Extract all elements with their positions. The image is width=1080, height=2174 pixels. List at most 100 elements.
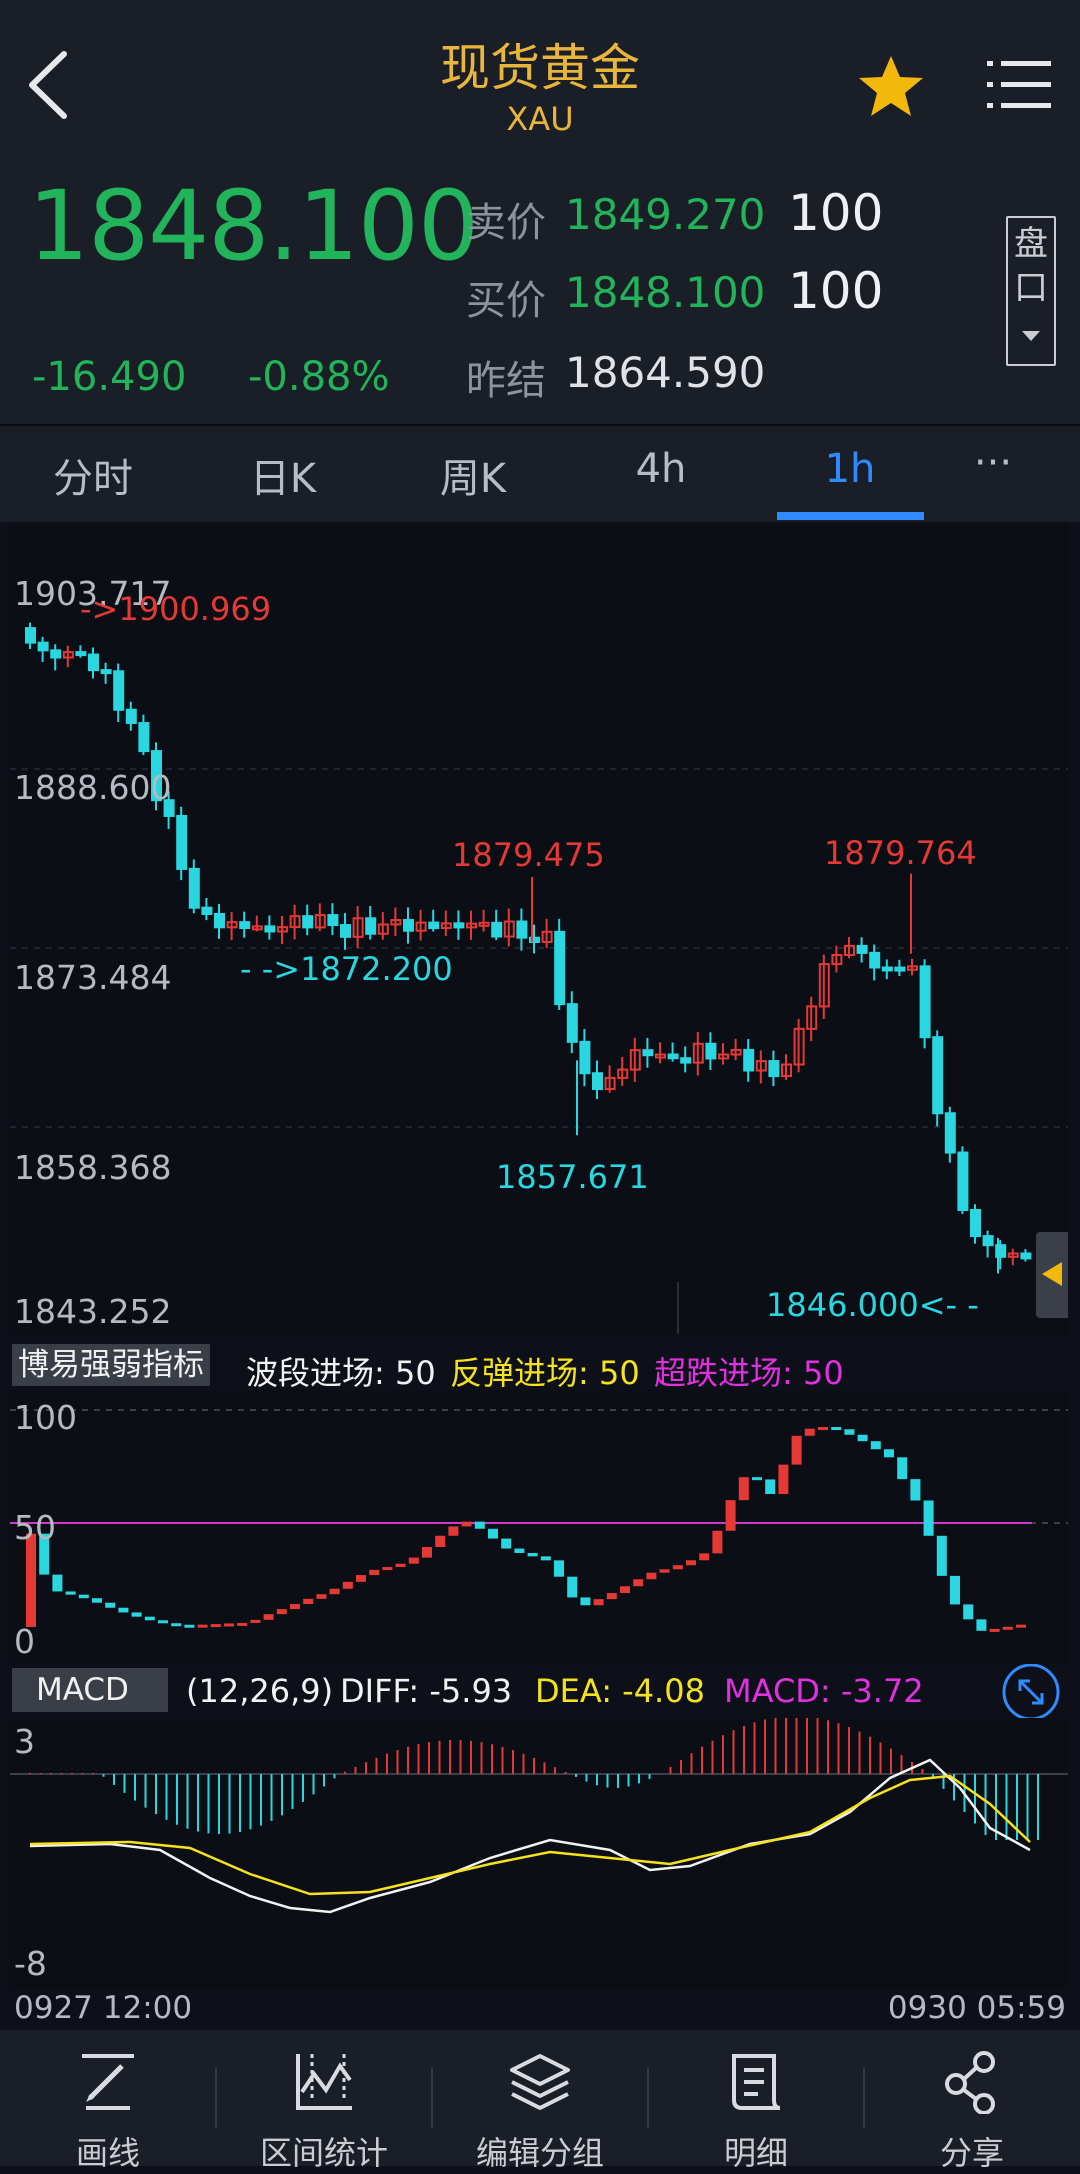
candle-body — [113, 670, 125, 711]
macd-dea: DEA: -4.08 — [535, 1672, 705, 1710]
macd-chart[interactable]: 3 -8 — [10, 1718, 1068, 1988]
candle-body — [37, 641, 49, 652]
indicator-bar — [197, 1624, 208, 1628]
indicator-bar — [818, 1427, 828, 1431]
strength-indicator-header: 博易强弱指标 波段进场: 50 反弹进场: 50 超跌进场: 50 — [0, 1340, 1080, 1392]
indicator-bar — [527, 1552, 538, 1557]
detail-icon — [732, 2054, 781, 2110]
macd-y-label: 3 — [14, 1722, 35, 1761]
candle-body — [982, 1235, 994, 1247]
edit-group-button[interactable]: 编辑分组 — [432, 2030, 648, 2172]
indicator-bar — [738, 1477, 749, 1501]
expand-icon[interactable] — [1000, 1664, 1062, 1720]
indicator-bar — [791, 1435, 802, 1465]
indicator-bar — [514, 1548, 525, 1553]
tab-weekly-k[interactable]: 周K — [408, 446, 538, 504]
candle-body — [100, 669, 112, 675]
indicator-value-rebound: 反弹进场: 50 — [450, 1354, 640, 1392]
indicator-selector[interactable]: 博易强弱指标 — [12, 1344, 210, 1386]
indicator-bar — [395, 1563, 406, 1568]
last-price: 1848.100 — [28, 170, 479, 282]
indicator-bar — [554, 1560, 564, 1577]
indicator-bar — [65, 1591, 76, 1595]
indicator-bar — [461, 1521, 472, 1527]
draw-line-button[interactable]: 画线 — [0, 2030, 216, 2172]
indicator-bar — [105, 1602, 116, 1608]
indicator-bar — [752, 1477, 762, 1481]
indicator-bar — [844, 1429, 855, 1435]
indicator-bar — [936, 1535, 947, 1576]
indicator-bar — [778, 1464, 789, 1494]
caret-down-icon — [1022, 331, 1040, 341]
indicator-bar — [659, 1569, 670, 1573]
indicator-bar — [699, 1553, 710, 1561]
indicator-bar — [950, 1575, 960, 1605]
indicator-bar — [78, 1594, 89, 1599]
indicator-bar — [52, 1574, 63, 1592]
candle-body — [856, 944, 868, 954]
candlestick-chart[interactable]: 1903.717 1888.600 1873.484 1858.368 1843… — [10, 522, 1068, 1334]
macd-selector[interactable]: MACD — [12, 1668, 168, 1712]
tab-1h[interactable]: 1h — [785, 446, 915, 492]
indicator-bar — [712, 1530, 723, 1554]
macd-params: (12,26,9) — [186, 1672, 334, 1710]
order-book-button[interactable]: 盘口 — [1006, 216, 1056, 366]
candle-body — [491, 921, 503, 938]
candle-body — [25, 627, 36, 644]
candle-body — [566, 1003, 578, 1043]
range-stats-button[interactable]: 区间统计 — [216, 2030, 432, 2172]
candle-body — [705, 1042, 717, 1060]
y-axis-label: 1843.252 — [14, 1292, 172, 1331]
indicator-bar — [237, 1622, 248, 1626]
indicator-bar — [1016, 1624, 1026, 1628]
candle-body — [239, 921, 251, 930]
share-button[interactable]: 分享 — [864, 2030, 1080, 2172]
top-bar: 现货黄金 XAU — [0, 0, 1080, 170]
macd-dea-line — [29, 1774, 1031, 1896]
active-tab-indicator — [777, 512, 924, 520]
strength-indicator-chart[interactable]: 100 50 0 — [10, 1390, 1068, 1662]
candle-body — [970, 1208, 981, 1238]
y-axis-label: 1858.368 — [14, 1148, 172, 1187]
quote-panel: 1848.100 -16.490 -0.88% 卖价 1849.270 100 … — [0, 170, 1080, 426]
candle-body — [125, 708, 137, 725]
tab-daily-k[interactable]: 日K — [218, 446, 348, 504]
macd-diff-line — [29, 1758, 1031, 1914]
indicator-bar — [540, 1556, 551, 1561]
indicator-bar — [158, 1620, 168, 1624]
indicator-y-label: 0 — [14, 1622, 35, 1661]
indicator-bar — [963, 1604, 974, 1620]
indicator-bar — [857, 1434, 868, 1442]
range-stats-icon — [296, 2054, 352, 2110]
chart-scroll-handle[interactable] — [1036, 1232, 1068, 1318]
indicator-bar — [276, 1609, 287, 1615]
indicator-bar — [171, 1623, 182, 1627]
bid-price: 1848.100 — [565, 268, 766, 317]
strength-indicator-svg — [10, 1409, 1068, 1632]
ask-volume: 100 — [788, 184, 884, 242]
tab-4h[interactable]: 4h — [596, 446, 726, 492]
edit-group-icon — [510, 2054, 570, 2110]
indicator-bar — [923, 1500, 934, 1536]
draw-line-label: 画线 — [75, 2134, 140, 2172]
candle-body — [201, 906, 213, 915]
high-marker-right: 1879.764 — [824, 834, 977, 872]
time-axis-start: 0927 12:00 — [14, 1990, 193, 2026]
indicator-bar — [210, 1624, 221, 1628]
macd-svg — [10, 1718, 1068, 1914]
more-tabs-icon[interactable]: ··· — [928, 440, 1058, 486]
indicator-bar — [765, 1479, 776, 1494]
candle-body — [340, 924, 351, 938]
indicator-bar — [408, 1557, 419, 1564]
low-marker-mid: 1857.671 — [496, 1158, 649, 1196]
indicator-bar — [580, 1597, 591, 1606]
candle-body — [176, 814, 188, 870]
menu-icon[interactable] — [985, 55, 1055, 115]
detail-label: 明细 — [723, 2134, 788, 2172]
favorite-star-icon[interactable] — [856, 52, 926, 122]
indicator-bar — [672, 1565, 683, 1570]
tab-timeshare[interactable]: 分时 — [28, 446, 158, 504]
candle-body — [554, 930, 566, 1006]
indicator-bar — [474, 1521, 485, 1529]
detail-button[interactable]: 明细 — [648, 2030, 864, 2172]
